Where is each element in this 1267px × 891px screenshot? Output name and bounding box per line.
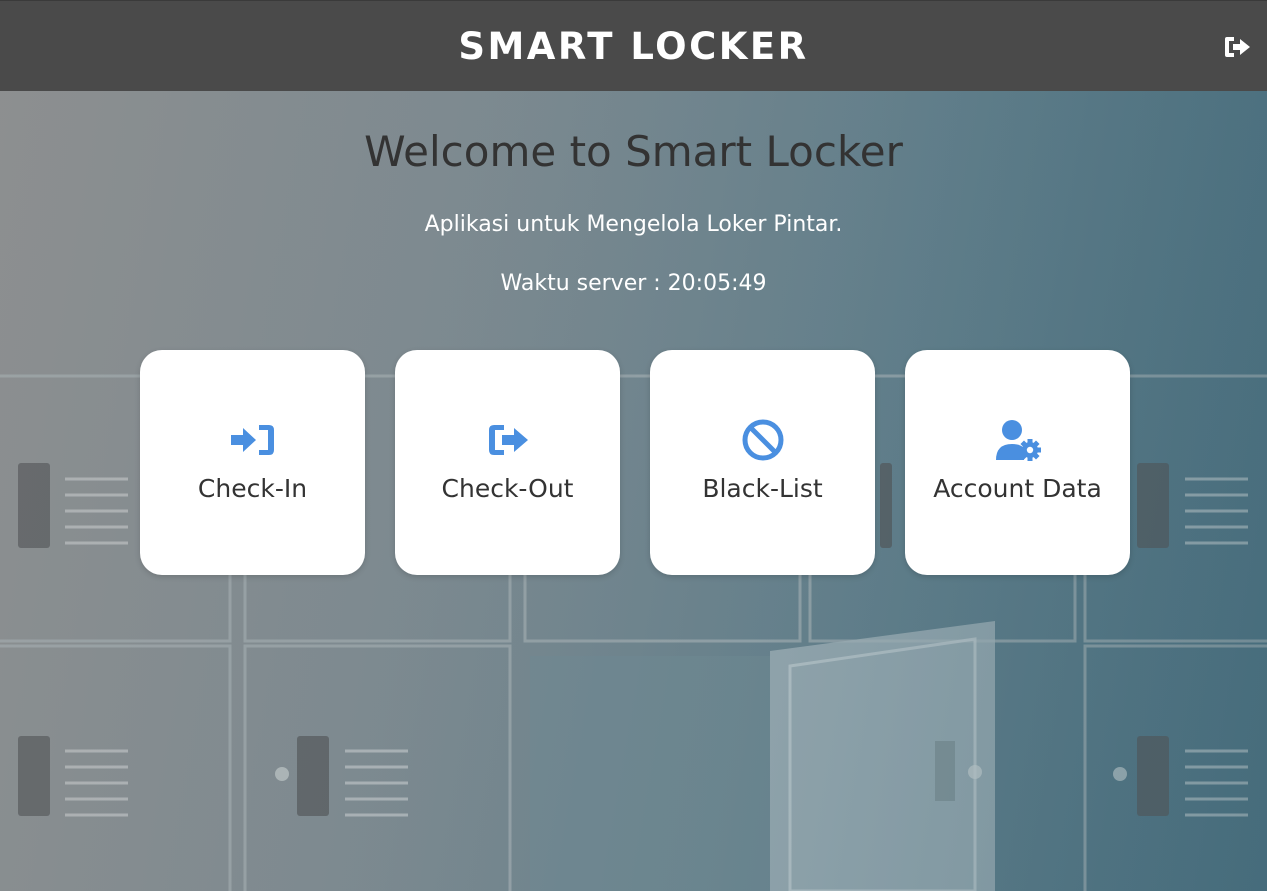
account-data-card[interactable]: Account Data — [905, 350, 1130, 575]
welcome-heading: Welcome to Smart Locker — [364, 127, 903, 176]
sign-out-icon — [488, 425, 528, 455]
ban-icon — [742, 419, 783, 461]
server-time: Waktu server : 20:05:49 — [500, 271, 767, 296]
logout-button[interactable] — [1223, 34, 1253, 60]
black-list-card[interactable]: Black-List — [650, 350, 875, 575]
check-in-card[interactable]: Check-In — [140, 350, 365, 575]
sign-in-icon — [230, 425, 274, 455]
sign-out-icon — [1225, 37, 1250, 57]
account-data-label: Account Data — [933, 474, 1102, 503]
menu-cards: Check-In Check-Out Black-List Account Da… — [140, 350, 1130, 575]
app-title: SMART LOCKER — [458, 24, 809, 68]
check-in-label: Check-In — [197, 474, 308, 503]
user-cog-icon — [995, 420, 1041, 461]
app-subtitle: Aplikasi untuk Mengelola Loker Pintar. — [424, 212, 843, 237]
check-out-card[interactable]: Check-Out — [395, 350, 620, 575]
check-out-label: Check-Out — [441, 474, 574, 503]
black-list-label: Black-List — [702, 474, 823, 503]
top-navbar: SMART LOCKER — [0, 0, 1267, 91]
